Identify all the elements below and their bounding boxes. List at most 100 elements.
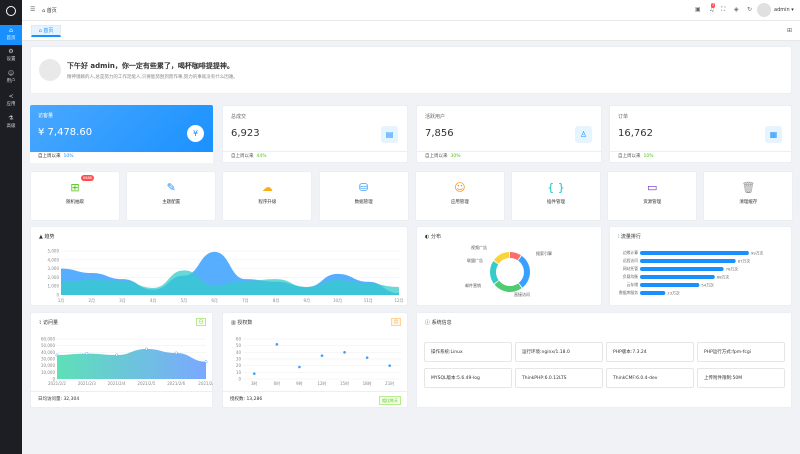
x-tick-label: 6月 [211,298,218,303]
braces-icon: { } [547,181,565,194]
visit-area [57,349,206,379]
distribution-panel: ◐ 分布 视频广告 搜索引擎 直接访问 邮件营销 联盟广告 [416,226,602,306]
home-icon: ⌂ [9,27,13,34]
quick-tile-4[interactable]: ☺ 应用管理 [414,171,505,221]
x-tick-label: 18时 [363,380,372,386]
stat-pct: 10% [643,154,654,159]
rank-value-label: 87万次 [738,259,751,264]
quick-tile-5[interactable]: { } 插件管理 [511,171,601,221]
sidebar-item-label: 应用 [6,102,16,107]
visit-point [204,360,208,364]
rank-category-label: 边缘计算 [623,250,638,255]
x-tick-label: 2021/2/4 [108,381,126,386]
sidebar-item-advanced[interactable]: ⚗ 高级 [0,113,22,133]
y-tick-label: 5,000 [48,249,60,254]
tab-home[interactable]: ⌂ 首页 [31,25,61,37]
tile-badge: 6888 [81,175,94,181]
rank-value-label: 76万次 [726,267,739,272]
pie-slice [510,252,521,261]
x-tick-label: 2021/2/6 [167,381,185,386]
rank-category-label: 网站托管 [623,266,638,271]
quick-tile-6[interactable]: ▭ 资源管理 [607,171,698,221]
breadcrumb[interactable]: ⌂ 首页 [42,7,57,14]
auth-panel: ▥ 授权数 月 60 50 40 30 20 10 0 3时 6时 9时 12时 15时 18时 21时 … [222,312,408,408]
tabs-menu-icon[interactable]: ⊞ [787,27,792,34]
sidebar-item-label: 首页 [6,36,16,41]
fullscreen-icon[interactable]: ⛶ [721,6,725,14]
x-tick-label: 9月 [304,298,311,303]
x-tick-label: 3时 [251,380,258,386]
system-info-cell: ThinkCMF:6.0.4-dev [606,368,694,388]
y-tick-label: 20,000 [41,363,55,368]
quick-tile-1[interactable]: ✎ 主题配置 [126,171,217,221]
auth-title: ▥ 授权数 [231,319,252,326]
stat-card-active-users: 活跃用户 7,856 ♙ 自上周以来 30% [416,105,602,163]
rank-value-label: 68万次 [717,275,730,280]
pie-label: 联盟广告 [467,257,483,263]
sidebar-item-settings[interactable]: ⚙ 设置 [0,46,22,66]
sidebar-item-users[interactable]: ☺ 用户 [0,68,22,88]
system-info-cell: ThinkPHP:6.0.12LTS [515,368,603,388]
auth-point [275,343,279,346]
rank-bar [640,259,736,263]
y-tick-label: 3,000 [48,266,60,271]
system-info-cell: 操作系统:Linux [424,342,512,362]
refresh-icon[interactable]: ↻ [747,6,752,13]
y-tick-label: 50,000 [41,343,55,348]
auth-foot: 授权数: 13,286 相比昨天 [223,391,407,407]
menu-fold-icon[interactable]: ☰ [30,6,35,13]
auth-point [298,365,301,369]
lock-icon[interactable]: ▣ [695,6,701,13]
auth-point [252,372,256,375]
theme-icon[interactable]: ◈ [734,6,739,13]
user-name: admin [774,7,790,13]
gear-icon: ⚙ [8,48,14,55]
welcome-card: 下午好 admin，你一定有些累了，喝杯咖啡提提神。 精神镜赖的人,总是努力的工… [30,46,792,94]
x-tick-label: 3月 [119,298,126,303]
sidebar-item-apps[interactable]: ≺ 应用 [0,91,22,111]
avatar[interactable] [757,3,771,17]
x-tick-label: 2021/2/ [198,381,213,386]
grid-icon: ⊞ [70,181,80,194]
rank-category-label: 云存储 [627,282,639,287]
x-tick-label: 9时 [296,380,303,386]
auth-foot-label: 授权数: 13,286 [230,397,263,402]
x-tick-label: 12月 [394,298,403,303]
logo-icon[interactable] [6,6,16,16]
quick-tile-7[interactable]: 🗑 清理缓存 [703,171,794,221]
x-tick-label: 7月 [242,298,249,303]
stat-value: 16,762 [618,128,653,139]
archive-icon: ▭ [646,181,658,194]
rank-category-label: 数据库服务 [619,290,638,295]
breadcrumb-label: 首页 [46,8,57,14]
stat-pct: 44% [256,154,267,159]
quick-tile-label: 随机抽取 [66,200,84,205]
quick-tile-0[interactable]: ⊞ 随机抽取 6888 [30,171,120,221]
quick-tile-3[interactable]: ⛁ 数据管理 [318,171,409,221]
y-tick-label: 10 [236,370,242,375]
x-tick-label: 4月 [150,298,157,303]
auth-period-tag[interactable]: 月 [391,318,401,326]
system-info-cell: PHP版本:7.3.24 [606,342,694,362]
tabs-bar: ⌂ 首页 ⊞ [22,21,800,41]
rank-value-label: 54万次 [701,283,714,288]
cloud-upload-icon: ☁ [261,181,273,194]
quick-tile-2[interactable]: ☁ 程序升级 [222,171,313,221]
auth-point [365,356,369,359]
rank-bar [640,275,715,279]
auth-point [320,354,324,357]
user-menu[interactable]: admin ▾ [774,7,794,13]
sidebar-item-home[interactable]: ⌂ 首页 [0,25,22,45]
visit-period-tag[interactable]: 日 [196,318,206,326]
y-tick-label: 50 [236,343,242,348]
stat-title: 订单 [618,114,629,120]
pie-label: 搜索引擎 [536,250,552,256]
rank-title: ⫶ 流量排行 [618,233,641,240]
stat-title: 活跃用户 [425,114,446,120]
sidebar-item-label: 设置 [6,57,16,62]
sidebar-item-label: 高级 [6,124,16,129]
y-tick-label: 40 [236,350,242,355]
topbar: ☰ ⌂ 首页 ▣ ♫ 3 ⛶ ◈ ↻ admin ▾ [22,0,800,21]
visit-chart: 60,00050,00040,00030,00020,00010,0000202… [41,337,213,387]
stat-foot-label: 自上周以来 [618,154,641,159]
